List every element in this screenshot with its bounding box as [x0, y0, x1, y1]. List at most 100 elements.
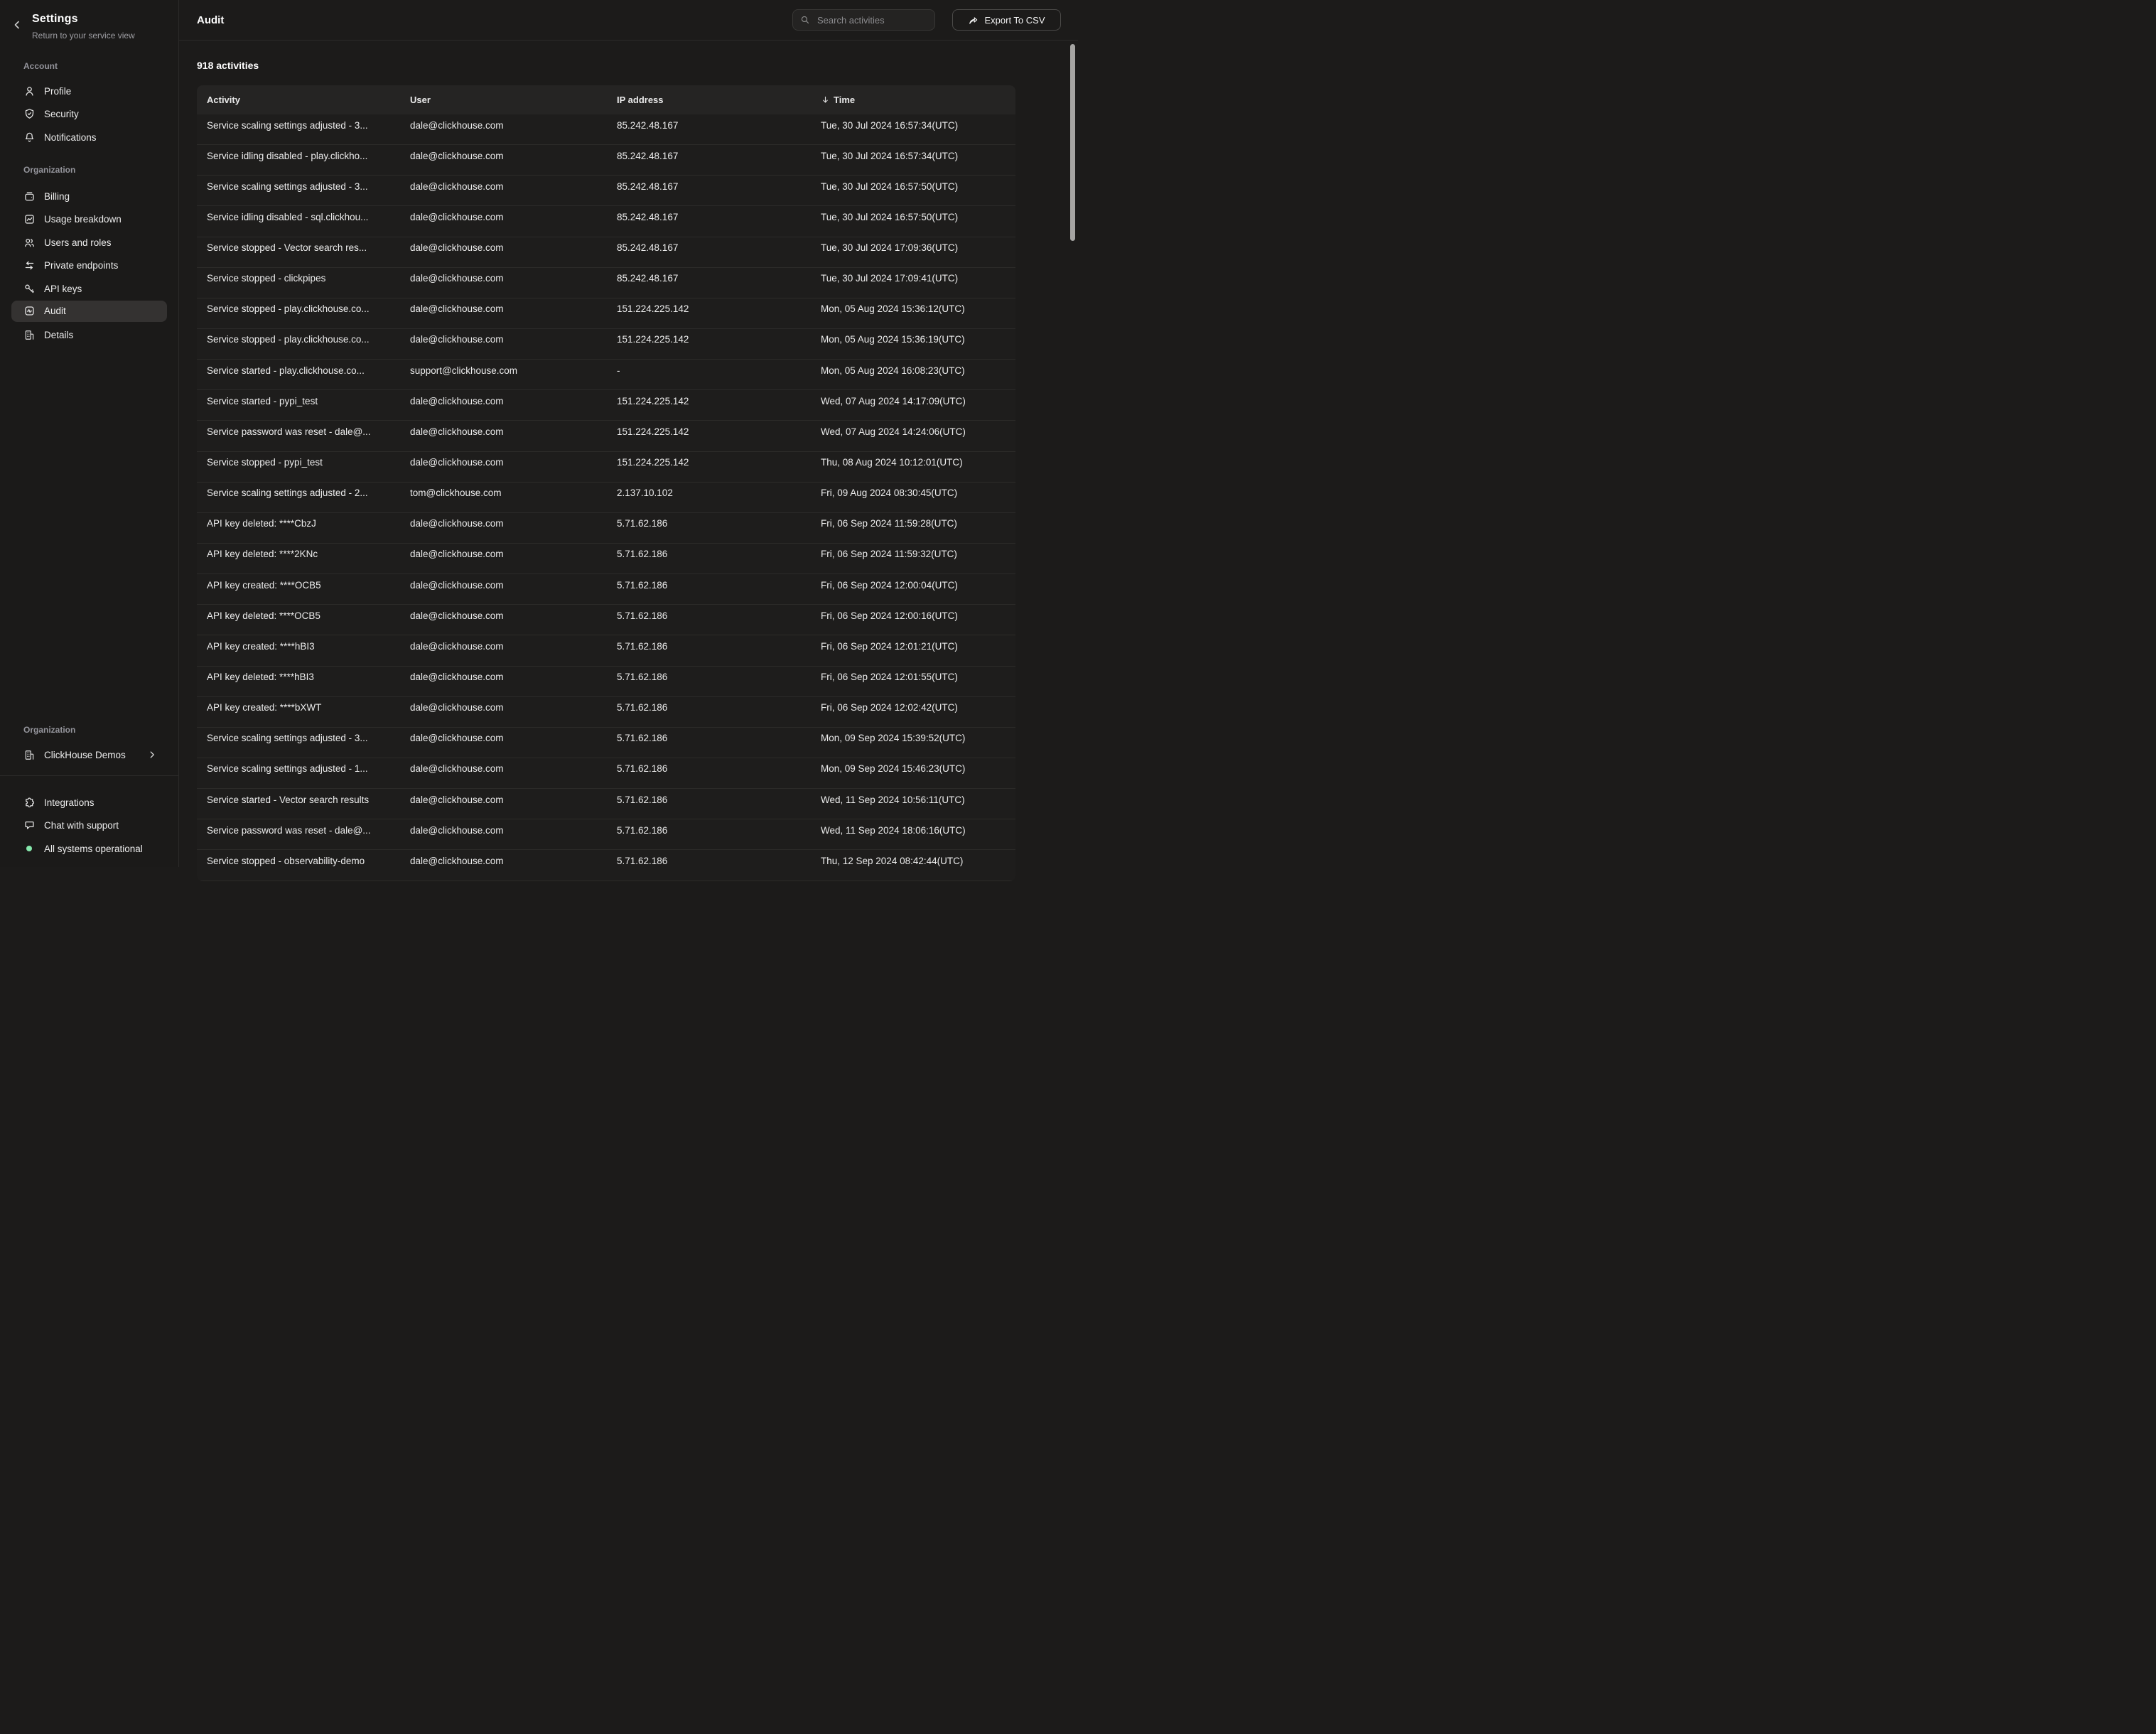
sidebar-item-api-keys[interactable]: API keys — [0, 277, 178, 301]
time-cell: Fri, 06 Sep 2024 12:00:04(UTC) — [811, 574, 1015, 591]
key-icon — [23, 283, 36, 295]
sidebar-item-label: Chat with support — [44, 820, 119, 831]
sidebar-item-usage-breakdown[interactable]: Usage breakdown — [0, 208, 178, 232]
user-cell: dale@clickhouse.com — [400, 176, 607, 192]
section-label-account: Account — [0, 60, 178, 72]
table-row: Service password was reset - dale@...dal… — [197, 421, 1015, 451]
user-cell: dale@clickhouse.com — [400, 728, 607, 744]
user-cell: dale@clickhouse.com — [400, 145, 607, 161]
bell-icon — [23, 131, 36, 144]
table-row: Service scaling settings adjusted - 3...… — [197, 728, 1015, 758]
sidebar-item-label: Usage breakdown — [44, 214, 122, 225]
time-cell: Wed, 11 Sep 2024 10:56:11(UTC) — [811, 789, 1015, 805]
puzzle-icon — [23, 797, 36, 809]
ip-cell: 151.224.225.142 — [607, 390, 811, 406]
sidebar-title: Settings — [32, 13, 78, 26]
share-arrow-icon — [968, 15, 979, 26]
chevron-right-icon — [147, 750, 157, 760]
activity-cell: Service stopped - observability-demo — [197, 850, 400, 866]
user-cell: dale@clickhouse.com — [400, 237, 607, 254]
table-row: Service scaling settings adjusted - 3...… — [197, 176, 1015, 206]
column-header-activity[interactable]: Activity — [197, 95, 400, 105]
ip-cell: 85.242.48.167 — [607, 176, 811, 192]
user-cell: dale@clickhouse.com — [400, 819, 607, 836]
time-cell: Fri, 06 Sep 2024 12:01:55(UTC) — [811, 667, 1015, 683]
sidebar-item-label: Private endpoints — [44, 260, 118, 271]
status-dot-icon — [26, 846, 32, 851]
table-row: Service idling disabled - sql.clickhou..… — [197, 206, 1015, 237]
time-cell: Mon, 09 Sep 2024 15:46:23(UTC) — [811, 758, 1015, 775]
sidebar-item-audit[interactable]: Audit — [11, 301, 167, 322]
search-box[interactable] — [792, 9, 935, 31]
time-cell: Mon, 05 Aug 2024 15:36:19(UTC) — [811, 329, 1015, 345]
column-header-time[interactable]: Time — [811, 95, 1015, 105]
ip-cell: - — [607, 360, 811, 376]
pulse-icon — [23, 305, 36, 317]
sidebar-item-label: Details — [44, 330, 73, 340]
sidebar-item-users-roles[interactable]: Users and roles — [0, 231, 178, 254]
page-header: Audit Export To CSV — [179, 0, 1078, 41]
sidebar-item-chat-support[interactable]: Chat with support — [0, 814, 178, 838]
table-row: API key created: ****OCB5dale@clickhouse… — [197, 574, 1015, 605]
sidebar-item-integrations[interactable]: Integrations — [0, 791, 178, 814]
activity-cell: Service idling disabled - sql.clickhou..… — [197, 206, 400, 222]
org-selector[interactable]: ClickHouse Demos — [0, 743, 178, 767]
sidebar-item-security[interactable]: Security — [0, 103, 178, 126]
activity-cell: Service started - play.clickhouse.co... — [197, 360, 400, 376]
activity-cell: Service password was reset - dale@... — [197, 421, 400, 437]
ip-cell: 5.71.62.186 — [607, 513, 811, 529]
back-button[interactable] — [11, 19, 24, 32]
sidebar-item-label: Audit — [44, 306, 66, 316]
sidebar-item-profile[interactable]: Profile — [0, 80, 178, 103]
system-status[interactable]: All systems operational — [0, 837, 178, 861]
activity-cell: API key created: ****bXWT — [197, 697, 400, 713]
sidebar-item-private-endpoints[interactable]: Private endpoints — [0, 254, 178, 278]
time-cell: Mon, 05 Aug 2024 15:36:12(UTC) — [811, 298, 1015, 315]
export-csv-button[interactable]: Export To CSV — [952, 9, 1061, 31]
activity-cell: Service stopped - play.clickhouse.co... — [197, 329, 400, 345]
column-header-ip[interactable]: IP address — [607, 95, 811, 105]
activity-cell: API key deleted: ****hBI3 — [197, 667, 400, 683]
table-header-row: Activity User IP address Time — [197, 85, 1015, 114]
activity-cell: API key deleted: ****OCB5 — [197, 605, 400, 621]
activity-cell: Service scaling settings adjusted - 1... — [197, 758, 400, 775]
search-input[interactable] — [816, 14, 927, 26]
activity-cell: Service stopped - play.clickhouse.co... — [197, 298, 400, 315]
sidebar-item-details[interactable]: Details — [0, 323, 178, 347]
wallet-icon — [23, 190, 36, 203]
status-label: All systems operational — [44, 844, 143, 854]
table-row: Service stopped - observability-demodale… — [197, 850, 1015, 881]
time-cell: Fri, 06 Sep 2024 12:01:21(UTC) — [811, 635, 1015, 652]
column-header-user[interactable]: User — [400, 95, 607, 105]
shield-check-icon — [23, 108, 36, 120]
user-cell: dale@clickhouse.com — [400, 452, 607, 468]
activity-cell: Service stopped - Vector search res... — [197, 237, 400, 254]
ip-cell: 151.224.225.142 — [607, 329, 811, 345]
user-cell: dale@clickhouse.com — [400, 298, 607, 315]
user-icon — [23, 85, 36, 97]
page-title: Audit — [197, 14, 224, 26]
sidebar-item-notifications[interactable]: Notifications — [0, 126, 178, 149]
table-row: Service stopped - Vector search res...da… — [197, 237, 1015, 268]
user-cell: dale@clickhouse.com — [400, 850, 607, 866]
user-cell: dale@clickhouse.com — [400, 206, 607, 222]
user-cell: dale@clickhouse.com — [400, 390, 607, 406]
user-cell: dale@clickhouse.com — [400, 758, 607, 775]
activity-cell: Service started - Vector search results — [197, 789, 400, 805]
sidebar-item-label: Billing — [44, 191, 70, 202]
org-name: ClickHouse Demos — [44, 750, 126, 760]
table-row: API key created: ****bXWTdale@clickhouse… — [197, 697, 1015, 728]
ip-cell: 85.242.48.167 — [607, 268, 811, 284]
user-cell: support@clickhouse.com — [400, 360, 607, 376]
chevron-left-icon — [11, 19, 24, 31]
ip-cell: 151.224.225.142 — [607, 452, 811, 468]
ip-cell: 5.71.62.186 — [607, 544, 811, 560]
ip-cell: 151.224.225.142 — [607, 298, 811, 315]
sidebar-item-label: Security — [44, 109, 79, 119]
user-cell: dale@clickhouse.com — [400, 697, 607, 713]
table-row: Service password was reset - dale@...dal… — [197, 819, 1015, 850]
ip-cell: 85.242.48.167 — [607, 114, 811, 131]
time-cell: Wed, 07 Aug 2024 14:24:06(UTC) — [811, 421, 1015, 437]
sidebar-item-billing[interactable]: Billing — [0, 185, 178, 208]
vertical-scrollbar[interactable] — [1070, 44, 1075, 241]
